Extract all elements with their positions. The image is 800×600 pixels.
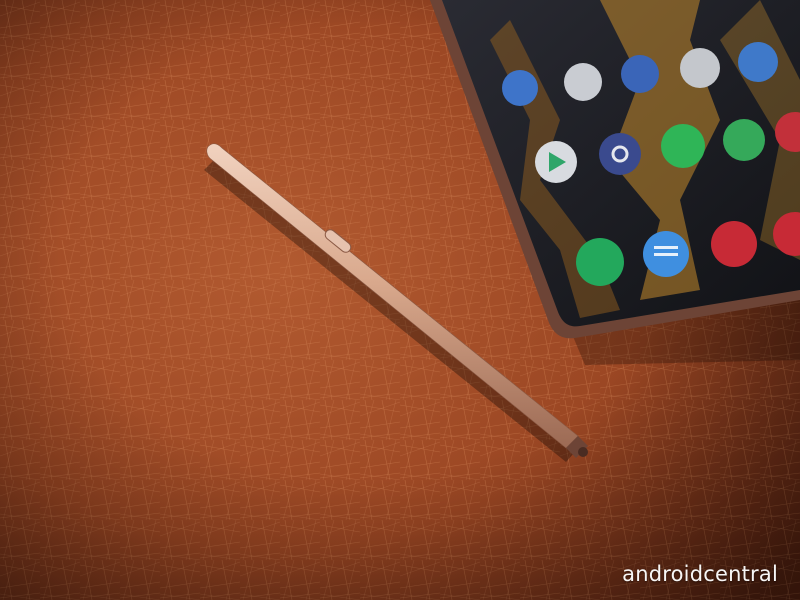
bird-app-icon[interactable] xyxy=(738,42,778,82)
whatsapp-icon[interactable] xyxy=(661,124,705,168)
message-line xyxy=(654,253,678,256)
chat-app-icon[interactable] xyxy=(564,63,602,101)
red-app-icon[interactable] xyxy=(680,48,720,88)
green-app-icon[interactable] xyxy=(723,119,765,161)
watermark: androidcentral xyxy=(622,562,778,586)
arrow-app-icon[interactable] xyxy=(502,70,538,106)
loop-app-icon[interactable] xyxy=(711,221,757,267)
settings-icon[interactable] xyxy=(599,133,641,175)
stylus-end xyxy=(578,447,588,457)
blue-app-icon[interactable] xyxy=(621,55,659,93)
phone-icon[interactable] xyxy=(576,238,624,286)
photo-scene: androidcentral xyxy=(0,0,800,600)
photo xyxy=(0,0,800,600)
message-line xyxy=(654,246,678,249)
